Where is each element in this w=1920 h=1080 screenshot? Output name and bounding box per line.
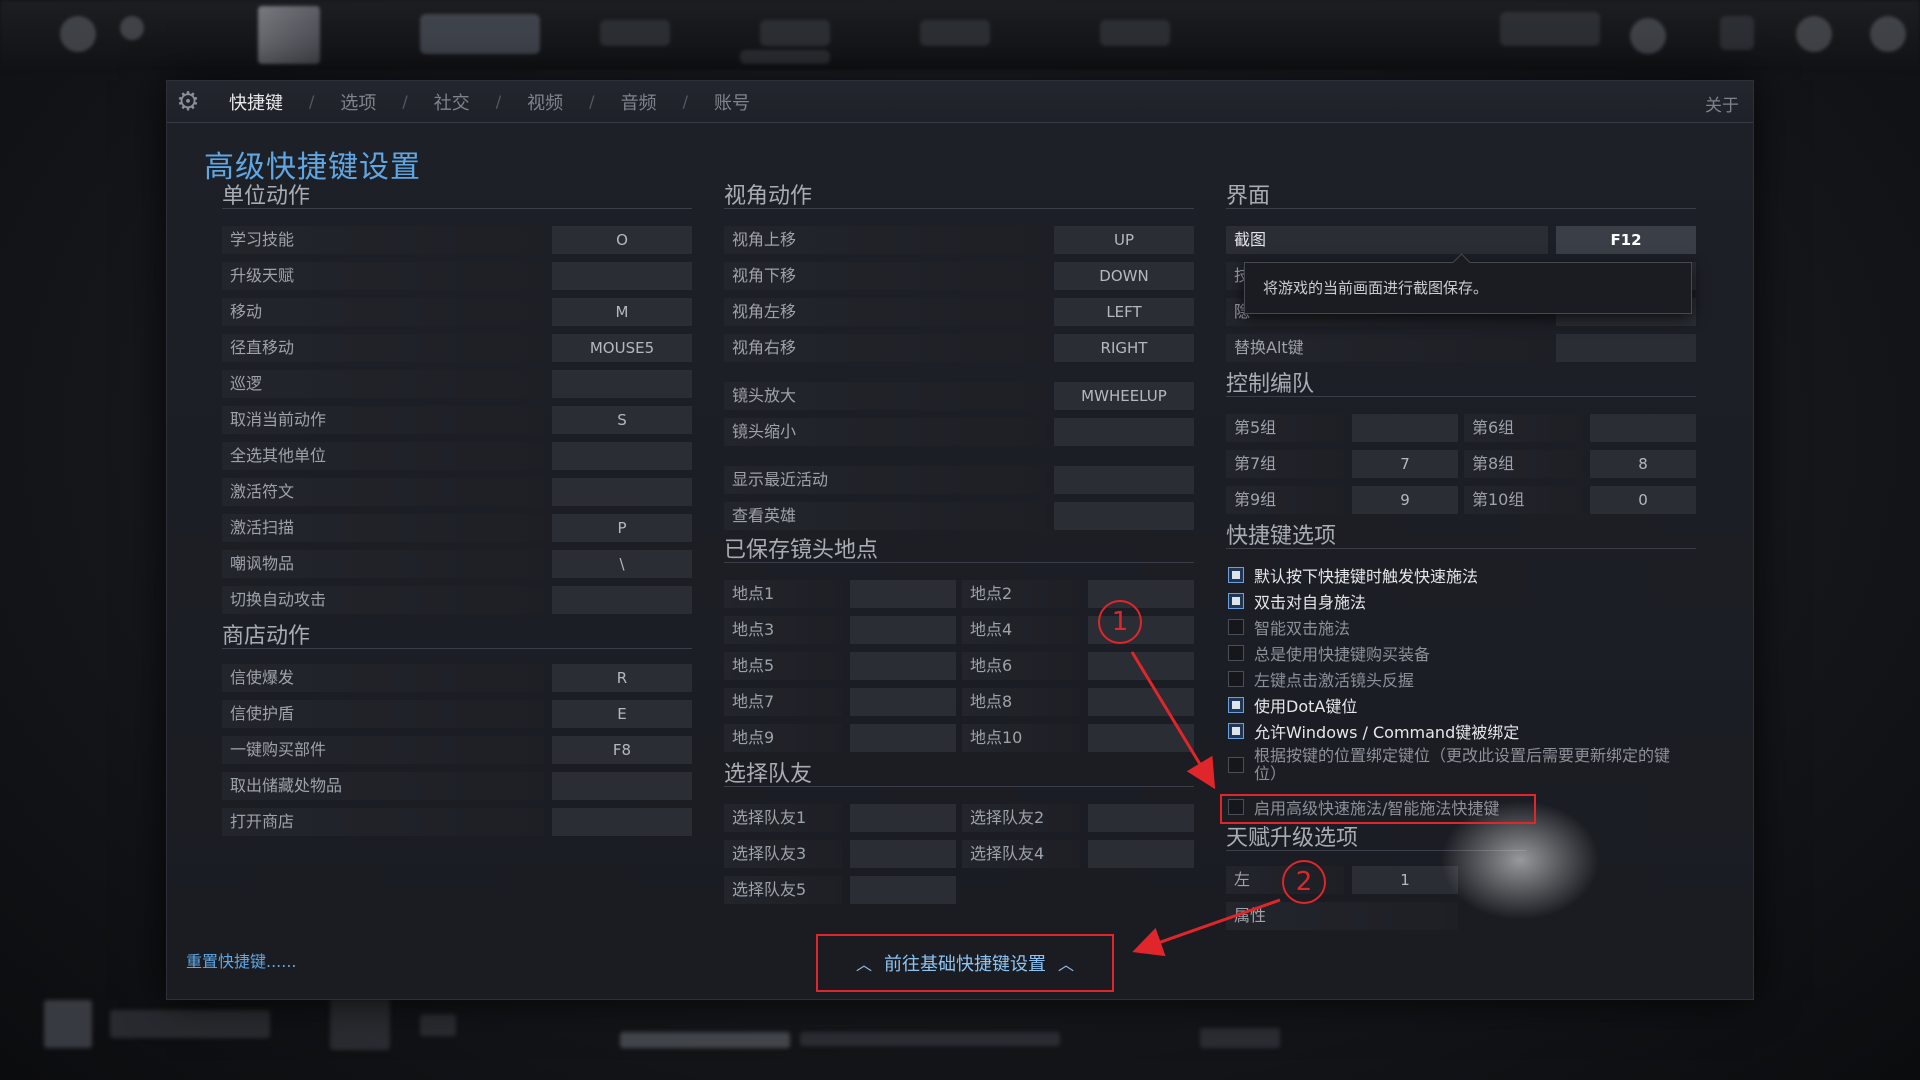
arrow-2 [1132, 898, 1281, 957]
arrow-1 [1130, 651, 1216, 790]
annotation-arrows [1130, 651, 1281, 957]
